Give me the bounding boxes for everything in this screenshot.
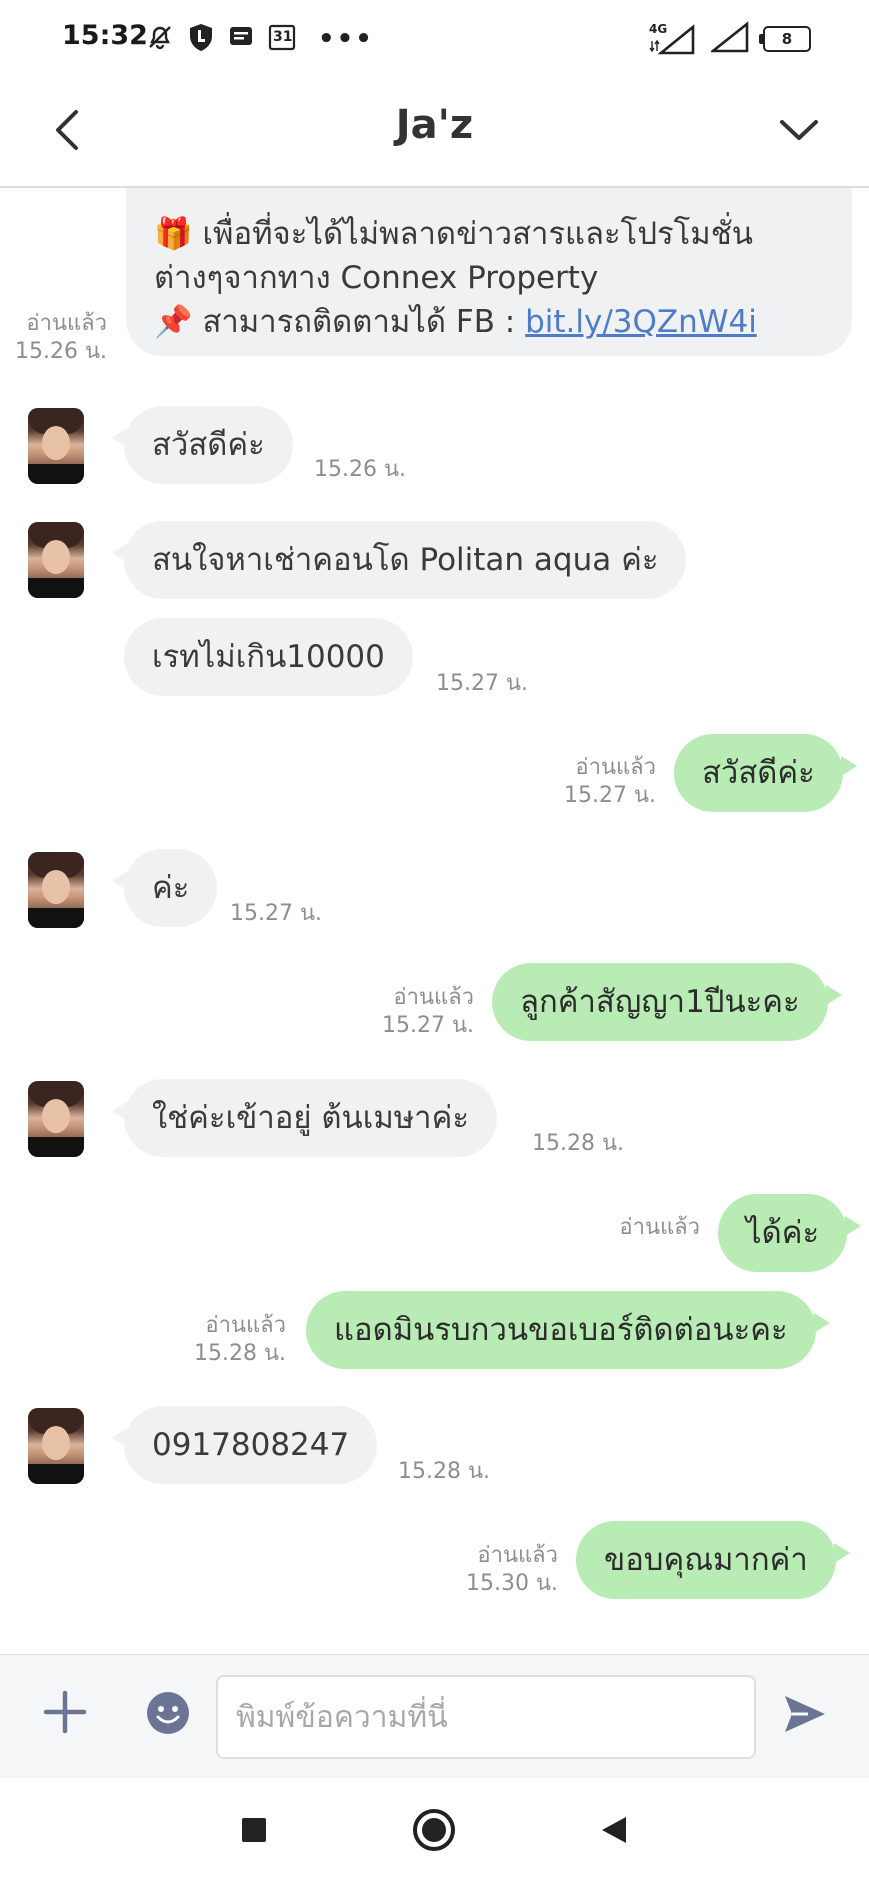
mute-icon: [146, 23, 174, 55]
message-text: เรทไม่เกิน10000: [152, 639, 385, 675]
triangle-back-icon: [602, 1817, 626, 1843]
calendar-icon: 31: [268, 23, 296, 55]
message-time: 15.30 น.: [465, 1571, 558, 1596]
emoji-button[interactable]: [146, 1691, 190, 1735]
message-meta: อ่านแล้ว: [560, 1214, 700, 1242]
promo-line: 📌 สามารถติดตามได้ FB : bit.ly/3QZnW4i: [154, 300, 824, 344]
promo-line: 🎁 เพื่อที่จะได้ไม่พลาดข่าวสารและโปรโมชั่…: [154, 216, 753, 252]
recent-apps-button[interactable]: [232, 1808, 276, 1852]
outgoing-message-bubble[interactable]: ลูกค้าสัญญา1ปีนะคะ: [492, 963, 842, 1041]
outgoing-message-bubble[interactable]: ขอบคุณมากค่า: [576, 1521, 850, 1599]
chat-title[interactable]: Ja'z: [0, 102, 869, 148]
contact-avatar[interactable]: [28, 852, 84, 928]
message-text: 0917808247: [152, 1427, 350, 1463]
read-receipt: อ่านแล้ว: [26, 311, 107, 336]
message-meta: อ่านแล้ว 15.27 น.: [520, 754, 656, 810]
incoming-message-bubble[interactable]: เรทไม่เกิน10000: [124, 618, 413, 696]
read-receipt: อ่านแล้ว: [205, 1313, 286, 1338]
plus-icon: [43, 1690, 87, 1734]
message-text: ลูกค้าสัญญา1ปีนะคะ: [520, 984, 800, 1020]
message-composer: [0, 1654, 869, 1779]
message-meta: อ่านแล้ว 15.28 น.: [160, 1312, 286, 1368]
battery-icon: 8: [759, 26, 811, 52]
read-receipt: อ่านแล้ว: [575, 755, 656, 780]
incoming-message-bubble[interactable]: ค่ะ: [111, 849, 218, 927]
status-bar: 15:32 31 ••• 4G 8: [0, 0, 869, 78]
read-receipt: อ่านแล้ว: [393, 985, 474, 1010]
send-icon: [785, 1696, 825, 1732]
chat-header: Ja'z: [0, 78, 869, 188]
read-receipt: อ่านแล้ว: [477, 1543, 558, 1568]
incoming-message-bubble[interactable]: ใช่ค่ะเข้าอยู่ ต้นเมษาค่ะ: [112, 1079, 497, 1157]
signal-4g-icon: 4G: [649, 23, 697, 55]
system-navigation-bar: [0, 1778, 869, 1883]
incoming-message-bubble[interactable]: สวัสดีค่ะ: [112, 406, 293, 484]
calendar-day: 31: [273, 29, 293, 45]
message-time: 15.28 น.: [532, 1131, 625, 1156]
more-notifications-icon: •••: [318, 24, 374, 54]
incoming-message-bubble[interactable]: สนใจหาเช่าคอนโด Politan aqua ค่ะ: [111, 521, 687, 599]
message-meta: อ่านแล้ว 15.30 น.: [420, 1542, 558, 1598]
message-meta: อ่านแล้ว 15.27 น.: [340, 984, 474, 1040]
message-text: ได้ค่ะ: [746, 1215, 820, 1251]
message-input[interactable]: [216, 1675, 756, 1759]
contact-avatar[interactable]: [28, 522, 84, 598]
network-type: 4G: [649, 22, 668, 36]
message-time: 15.26 น.: [314, 457, 407, 482]
message-text: ขอบคุณมากค่า: [604, 1542, 808, 1578]
message-icon: [228, 24, 254, 54]
message-time: 15.26 น.: [14, 339, 107, 364]
message-text: ค่ะ: [152, 870, 190, 906]
message-text: ใช่ค่ะเข้าอยู่ ต้นเมษาค่ะ: [152, 1100, 469, 1136]
message-time: 15.28 น.: [193, 1341, 286, 1366]
add-attachment-button[interactable]: [40, 1687, 90, 1737]
outgoing-message-bubble[interactable]: ได้ค่ะ: [718, 1194, 862, 1272]
shield-icon: [188, 22, 214, 56]
outgoing-message-bubble[interactable]: แอดมินรบกวนขอเบอร์ติดต่อนะคะ: [306, 1291, 830, 1369]
message-text: สวัสดีค่ะ: [152, 427, 265, 463]
status-left-icons: 31 •••: [146, 22, 374, 56]
message-time: 15.28 น.: [398, 1459, 491, 1484]
status-time: 15:32: [62, 20, 148, 51]
promo-line: ต่างๆจากทาง Connex Property: [154, 260, 599, 296]
send-button[interactable]: [782, 1691, 828, 1737]
emoji-icon: [147, 1692, 189, 1734]
contact-avatar[interactable]: [28, 408, 84, 484]
signal-icon: [709, 21, 749, 57]
back-nav-button[interactable]: [592, 1808, 636, 1852]
promo-text: 📌 สามารถติดตามได้ FB :: [154, 304, 526, 340]
status-right-icons: 4G 8: [649, 21, 811, 57]
message-text: แอดมินรบกวนขอเบอร์ติดต่อนะคะ: [334, 1312, 788, 1348]
home-button[interactable]: [412, 1808, 456, 1852]
message-text: สนใจหาเช่าคอนโด Politan aqua ค่ะ: [152, 542, 659, 578]
outgoing-message-bubble[interactable]: สวัสดีค่ะ: [674, 734, 857, 812]
contact-avatar[interactable]: [28, 1081, 84, 1157]
chat-messages[interactable]: อ่านแล้ว 15.26 น. 🎁 เพื่อที่จะได้ไม่พลาด…: [0, 188, 869, 1654]
message-time: 15.27 น.: [381, 1013, 474, 1038]
message-time: 15.27 น.: [436, 671, 529, 696]
message-time: 15.27 น.: [563, 783, 656, 808]
message-meta: อ่านแล้ว 15.26 น.: [0, 310, 107, 366]
read-receipt: อ่านแล้ว: [619, 1215, 700, 1240]
message-time: 15.27 น.: [230, 901, 323, 926]
facebook-link[interactable]: bit.ly/3QZnW4i: [525, 304, 757, 340]
home-circle-icon: [413, 1809, 455, 1851]
incoming-message-bubble[interactable]: 0917808247: [111, 1406, 378, 1484]
chat-menu-button[interactable]: [769, 100, 829, 160]
contact-avatar[interactable]: [28, 1408, 84, 1484]
message-text: สวัสดีค่ะ: [702, 755, 815, 791]
promo-message-bubble[interactable]: 🎁 เพื่อที่จะได้ไม่พลาดข่าวสารและโปรโมชั่…: [126, 188, 852, 356]
chevron-down-icon: [780, 120, 818, 140]
square-icon: [242, 1818, 266, 1842]
